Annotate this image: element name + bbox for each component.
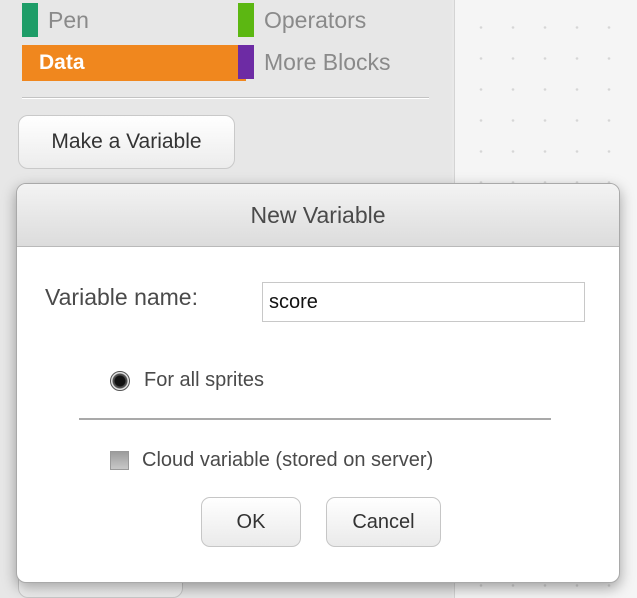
- dialog-title: New Variable: [250, 201, 386, 228]
- variable-name-input[interactable]: [262, 282, 585, 322]
- dialog-separator: [79, 418, 551, 420]
- category-data-label: Data: [39, 51, 85, 74]
- dialog-header[interactable]: New Variable: [17, 184, 619, 247]
- palette-divider: [22, 97, 429, 99]
- cloud-variable-option[interactable]: Cloud variable (stored on server): [110, 449, 433, 472]
- cancel-button[interactable]: Cancel: [326, 497, 441, 547]
- category-operators[interactable]: Operators: [238, 3, 366, 37]
- category-pen[interactable]: Pen: [22, 3, 89, 37]
- more-blocks-color-swatch: [238, 45, 254, 79]
- cloud-variable-checkbox[interactable]: [110, 451, 129, 470]
- make-variable-button[interactable]: Make a Variable: [18, 115, 235, 169]
- ok-button[interactable]: OK: [201, 497, 301, 547]
- category-data[interactable]: Data: [22, 45, 246, 81]
- for-all-sprites-radio[interactable]: [110, 370, 130, 391]
- category-more-blocks[interactable]: More Blocks: [238, 45, 391, 79]
- new-variable-dialog: New Variable Variable name: For all spri…: [16, 183, 620, 583]
- pen-color-swatch: [22, 3, 38, 37]
- category-operators-label: Operators: [264, 6, 367, 33]
- for-all-sprites-option[interactable]: For all sprites: [110, 369, 264, 392]
- variable-name-label: Variable name:: [45, 284, 198, 310]
- cloud-variable-label: Cloud variable (stored on server): [142, 449, 434, 471]
- category-more-blocks-label: More Blocks: [264, 48, 391, 75]
- for-all-sprites-label: For all sprites: [144, 369, 265, 391]
- category-pen-label: Pen: [48, 6, 89, 33]
- operators-color-swatch: [238, 3, 254, 37]
